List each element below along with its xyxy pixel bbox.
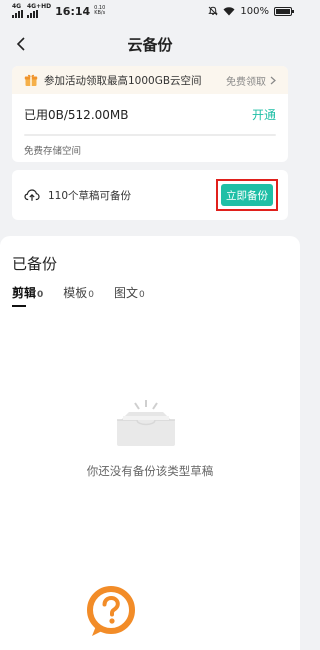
section-title: 已备份 [12, 255, 58, 273]
empty-box-icon [117, 400, 175, 446]
battery-icon [274, 6, 294, 16]
backup-now-button[interactable]: 立即备份 [221, 184, 273, 206]
tab-label: 模板 [63, 286, 88, 300]
usage-row: 已用0B/512.00MB 开通 [12, 94, 288, 134]
tab-count: 0 [139, 290, 145, 300]
tab-template[interactable]: 模板 0 [63, 284, 94, 301]
status-right: 100% [208, 5, 294, 17]
free-claim-label: 免费领取 [226, 76, 266, 88]
tab-count: 0 [88, 290, 95, 300]
network-speed: 0.10 KB/s [94, 5, 106, 16]
status-time: 16:14 [55, 4, 91, 18]
tab-label: 图文 [114, 286, 139, 300]
free-claim-link[interactable]: 免费领取 [226, 73, 276, 88]
chevron-left-icon [16, 37, 25, 51]
storage-usage: 已用0B/512.00MB [24, 107, 129, 122]
backed-up-panel: 已备份 剪辑 0 模板 0 图文 0 你还没有备份该类型草稿 [0, 236, 300, 650]
nav-bar: 云备份 [0, 26, 300, 62]
alarm-off-icon [208, 6, 219, 16]
page-title: 云备份 [127, 35, 173, 54]
cloud-upload-icon [24, 189, 40, 201]
wifi-icon [223, 7, 235, 16]
battery-percent: 100% [240, 5, 269, 17]
back-button[interactable] [10, 32, 32, 56]
storage-card: 参加活动领取最高1000GB云空间 免费领取 已用0B/512.00MB 开通 … [12, 66, 288, 162]
promo-text: 参加活动领取最高1000GB云空间 [44, 74, 202, 87]
backup-card: 110个草稿可备份 立即备份 [12, 170, 288, 220]
signal-1: 4G [12, 4, 23, 18]
help-icon[interactable] [86, 586, 136, 638]
status-left: 4G 4G+HD 16:14 0.10 KB/s [12, 4, 105, 18]
signal-2: 4G+HD [27, 4, 51, 18]
category-tabs: 剪辑 0 模板 0 图文 0 [12, 284, 145, 307]
chevron-right-icon [270, 76, 276, 84]
status-bar: 4G 4G+HD 16:14 0.10 KB/s 100% [0, 0, 300, 22]
tab-edit[interactable]: 剪辑 0 [12, 284, 44, 307]
drafts-available-text: 110个草稿可备份 [48, 189, 132, 202]
signal-bars-icon [12, 10, 23, 18]
tab-count: 0 [37, 290, 44, 300]
highlight-frame: 立即备份 [216, 179, 278, 211]
open-plan-link[interactable]: 开通 [252, 106, 276, 123]
tab-image-text[interactable]: 图文 0 [114, 284, 145, 301]
plan-label: 免费存储空间 [24, 146, 82, 157]
empty-state-text: 你还没有备份该类型草稿 [86, 464, 214, 478]
tab-label: 剪辑 [12, 286, 37, 300]
signal-bars-icon [27, 10, 38, 18]
promo-banner[interactable]: 参加活动领取最高1000GB云空间 免费领取 [12, 66, 288, 94]
gift-icon [24, 74, 38, 86]
